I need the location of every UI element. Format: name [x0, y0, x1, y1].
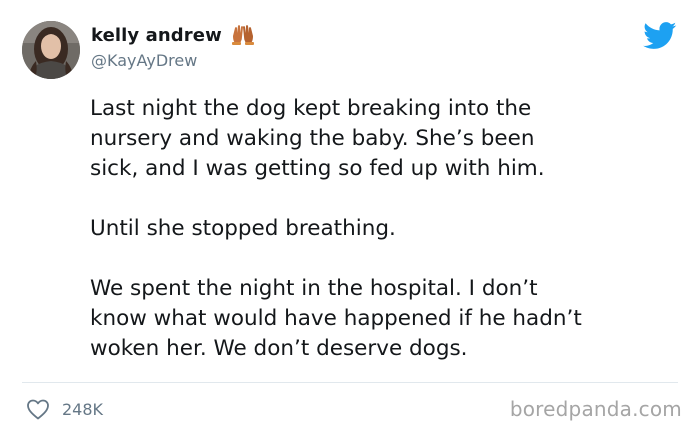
- tweet-paragraph: Last night the dog kept breaking into th…: [90, 96, 545, 181]
- twitter-bird-icon[interactable]: [643, 22, 677, 50]
- watermark: boredpanda.com: [509, 397, 682, 421]
- author-handle[interactable]: @KayAyDrew: [91, 51, 197, 70]
- tweet-paragraph: Until she stopped breathing.: [90, 216, 396, 241]
- tweet-card: kelly andrew @KayAyDrew Last night the d…: [0, 0, 700, 435]
- tweet-text: Last night the dog kept breaking into th…: [90, 94, 690, 364]
- profile-photo: [22, 21, 80, 79]
- divider: [22, 382, 678, 383]
- like-count: 248K: [62, 399, 104, 419]
- author-name-row: kelly andrew: [91, 23, 256, 47]
- heart-icon[interactable]: [26, 398, 50, 420]
- like-action[interactable]: 248K: [26, 398, 103, 420]
- tweet-paragraph: We spent the night in the hospital. I do…: [90, 276, 582, 361]
- author-display-name[interactable]: kelly andrew: [91, 25, 222, 46]
- avatar[interactable]: [22, 21, 80, 79]
- raised-hands-icon: [230, 24, 256, 46]
